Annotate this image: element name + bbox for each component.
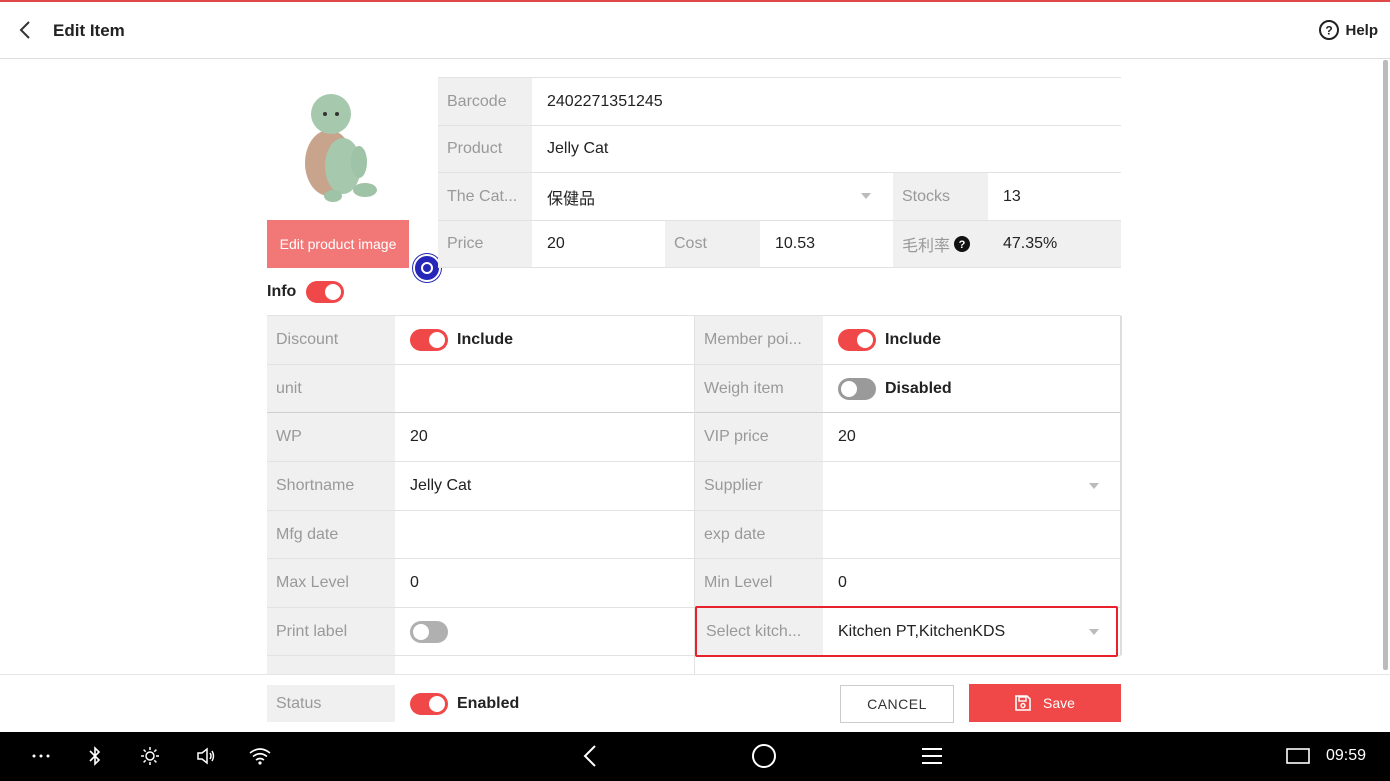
wp-field[interactable]: 20: [395, 413, 694, 461]
brightness-icon[interactable]: [139, 744, 161, 768]
save-disk-icon: [1015, 695, 1031, 711]
edit-product-image-button[interactable]: Edit product image: [267, 220, 409, 268]
chevron-down-icon: [1089, 629, 1099, 635]
exp-date-field[interactable]: [823, 511, 1118, 558]
info-toggle[interactable]: [306, 281, 344, 303]
nav-menu-icon[interactable]: [921, 744, 943, 768]
stocks-label: Stocks: [893, 173, 988, 220]
member-points-label: Member poi...: [695, 316, 823, 364]
partial-row-label: [267, 656, 395, 674]
exp-date-label: exp date: [695, 511, 823, 558]
clock: 09:59: [1325, 747, 1366, 764]
save-button[interactable]: Save: [969, 684, 1121, 722]
info-section-label: Info: [267, 283, 297, 300]
nav-home-icon[interactable]: [751, 743, 777, 769]
weigh-item-state: Disabled: [885, 379, 952, 397]
member-points-state: Include: [885, 331, 942, 348]
footer-bar: [0, 674, 1390, 732]
supplier-label: Supplier: [695, 462, 823, 510]
svg-text:?: ?: [1326, 24, 1333, 38]
app-header: Edit Item ? Help: [0, 2, 1390, 59]
save-label: Save: [1043, 695, 1075, 711]
margin-value: 47.35%: [988, 221, 1121, 267]
product-name-field[interactable]: Jelly Cat: [532, 126, 1121, 172]
shortname-label: Shortname: [267, 462, 395, 510]
column-divider: [694, 316, 695, 674]
member-points-toggle-cell: Include: [823, 316, 1118, 364]
table-edge: [1120, 316, 1122, 655]
floating-assist-button[interactable]: [413, 254, 441, 282]
wifi-icon[interactable]: [248, 744, 272, 768]
help-button[interactable]: ? Help: [1318, 19, 1378, 41]
status-label: Status: [267, 685, 395, 722]
unit-label: unit: [267, 365, 395, 412]
barcode-label: Barcode: [438, 78, 532, 125]
kitchen-label: Select kitch...: [697, 608, 823, 655]
status-toggle[interactable]: [410, 692, 448, 715]
max-level-field[interactable]: 0: [395, 559, 694, 607]
window-icon[interactable]: [1286, 744, 1310, 768]
discount-state: Include: [457, 331, 514, 348]
print-label-toggle[interactable]: [410, 620, 448, 643]
cost-field[interactable]: 10.53: [760, 221, 893, 267]
system-navbar: 09:59: [0, 732, 1390, 781]
cancel-button[interactable]: CANCEL: [840, 685, 954, 723]
product-label: Product: [438, 126, 532, 172]
vip-price-field[interactable]: 20: [823, 413, 1118, 461]
print-label-label: Print label: [267, 608, 395, 655]
kitchen-select[interactable]: Kitchen PT,KitchenKDS: [823, 608, 1116, 655]
price-field[interactable]: 20: [532, 221, 665, 267]
max-level-label: Max Level: [267, 559, 395, 607]
vip-price-label: VIP price: [695, 413, 823, 461]
mfg-date-label: Mfg date: [267, 511, 395, 558]
discount-toggle-cell: Include: [395, 316, 694, 364]
more-dots-icon[interactable]: [30, 744, 52, 768]
min-level-label: Min Level: [695, 559, 823, 607]
margin-label-text: 毛利率: [902, 238, 951, 255]
cost-label: Cost: [665, 221, 760, 267]
shortname-field[interactable]: Jelly Cat: [395, 462, 694, 510]
question-icon[interactable]: ?: [954, 236, 971, 252]
nav-back-icon[interactable]: [580, 744, 600, 768]
unit-field[interactable]: [395, 365, 694, 412]
chevron-down-icon: [1089, 483, 1099, 489]
member-points-toggle[interactable]: [838, 329, 876, 351]
weigh-item-toggle-cell: Disabled: [823, 365, 1118, 412]
mfg-date-field[interactable]: [395, 511, 694, 558]
margin-label: 毛利率 ?: [893, 221, 988, 267]
weigh-item-toggle[interactable]: [838, 377, 876, 400]
barcode-field[interactable]: 2402271351245: [532, 78, 1121, 125]
supplier-select[interactable]: [823, 462, 1118, 510]
category-select[interactable]: 保健品: [532, 173, 893, 220]
status-state: Enabled: [457, 694, 520, 712]
chevron-down-icon: [861, 193, 871, 199]
status-toggle-cell: Enabled: [410, 685, 519, 722]
svg-text:?: ?: [959, 239, 966, 251]
table-border: [438, 267, 1121, 268]
wp-label: WP: [267, 413, 395, 461]
print-label-toggle-cell: [395, 608, 694, 655]
discount-label: Discount: [267, 316, 395, 364]
min-level-field[interactable]: 0: [823, 559, 1118, 607]
scrollbar[interactable]: [1383, 60, 1388, 670]
back-arrow-icon[interactable]: [14, 18, 38, 42]
help-label: Help: [1345, 21, 1378, 39]
stocks-field[interactable]: 13: [988, 173, 1121, 220]
help-circle-icon: ?: [1319, 20, 1340, 40]
bluetooth-icon[interactable]: [86, 744, 104, 768]
category-label: The Cat...: [438, 173, 532, 220]
price-label: Price: [438, 221, 532, 267]
page-title: Edit Item: [53, 21, 125, 40]
product-image: [305, 94, 377, 202]
volume-icon[interactable]: [195, 744, 217, 768]
weigh-item-label: Weigh item: [695, 365, 823, 412]
discount-toggle[interactable]: [410, 329, 448, 351]
